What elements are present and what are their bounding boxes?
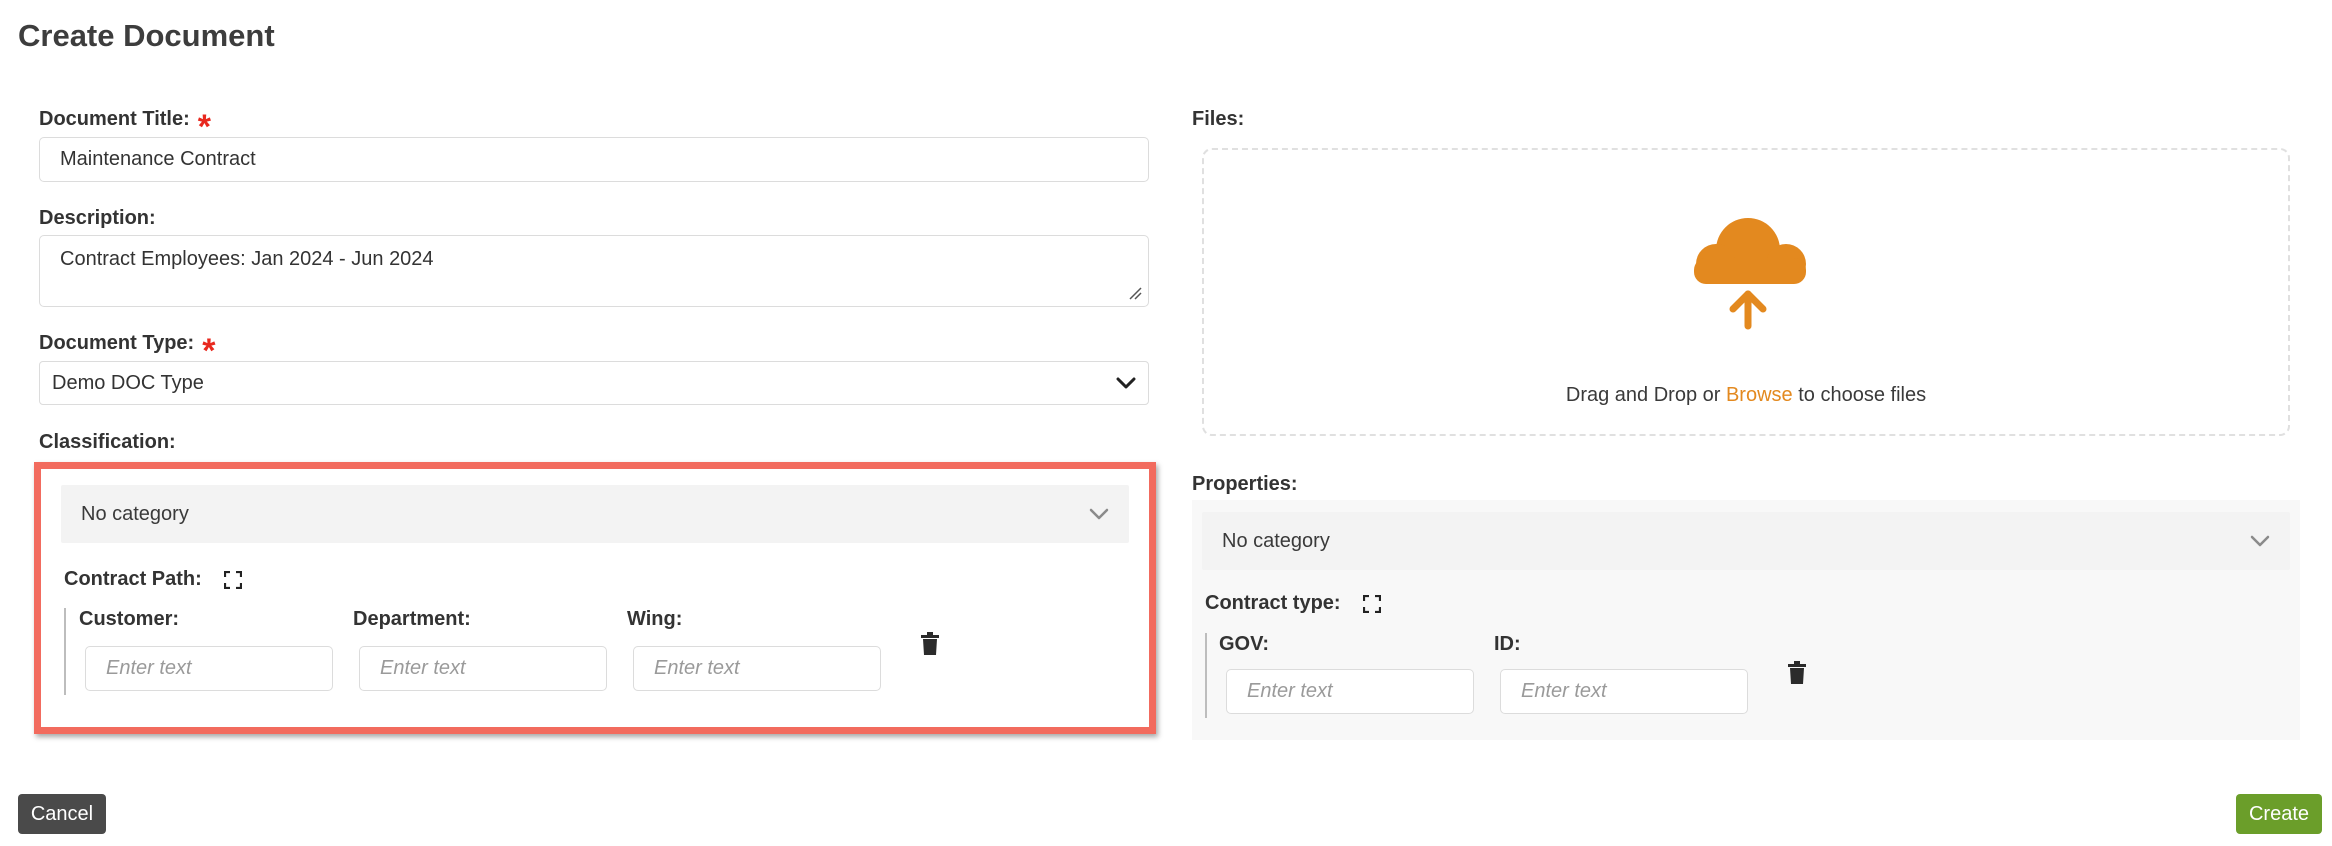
gov-input[interactable]: Enter text — [1226, 669, 1474, 714]
expand-icon[interactable] — [1362, 594, 1381, 613]
files-label: Files: — [1192, 108, 1245, 130]
contract-path-label: Contract Path: — [64, 568, 242, 591]
gov-placeholder: Enter text — [1247, 680, 1333, 702]
properties-label: Properties: — [1192, 473, 1298, 495]
document-type-value: Demo DOC Type — [52, 371, 204, 394]
browse-link[interactable]: Browse — [1726, 384, 1793, 406]
chevron-down-icon — [2250, 535, 2270, 547]
department-label: Department: — [353, 608, 471, 630]
classification-panel: No category Contract Path: Customer: Ent… — [34, 462, 1156, 734]
contract-type-label: Contract type: — [1205, 592, 1381, 615]
description-textarea[interactable]: Contract Employees: Jan 2024 - Jun 2024 — [39, 235, 1149, 307]
contract-type-label-text: Contract type: — [1205, 592, 1341, 614]
trash-icon[interactable] — [1786, 661, 1808, 685]
dropzone-text: Drag and Drop or Browse to choose files — [1204, 384, 2288, 407]
properties-category-select[interactable]: No category — [1202, 512, 2290, 570]
classification-label: Classification: — [39, 431, 176, 453]
wing-placeholder: Enter text — [654, 657, 740, 679]
department-placeholder: Enter text — [380, 657, 466, 679]
create-document-page: Create Document Document Title: * Mainte… — [0, 0, 2332, 846]
customer-placeholder: Enter text — [106, 657, 192, 679]
id-label: ID: — [1494, 633, 1521, 655]
document-type-label-text: Document Type: — [39, 332, 195, 354]
document-title-value: Maintenance Contract — [60, 148, 256, 170]
customer-input[interactable]: Enter text — [85, 646, 333, 691]
type-indent-line — [1205, 633, 1207, 718]
required-asterisk: * — [197, 107, 211, 146]
page-title: Create Document — [18, 18, 275, 53]
path-indent-line — [64, 608, 66, 695]
cloud-upload-icon — [1694, 218, 1806, 330]
create-button[interactable]: Create — [2236, 794, 2322, 834]
cancel-button[interactable]: Cancel — [18, 794, 106, 834]
properties-category-value: No category — [1222, 529, 1330, 552]
dropzone-prefix: Drag and Drop or — [1565, 384, 1726, 406]
properties-panel: No category Contract type: GOV: Enter te… — [1192, 500, 2300, 740]
resize-handle-icon[interactable] — [1128, 286, 1142, 300]
wing-label: Wing: — [627, 608, 683, 630]
description-value: Contract Employees: Jan 2024 - Jun 2024 — [60, 248, 434, 270]
id-input[interactable]: Enter text — [1500, 669, 1748, 714]
description-label: Description: — [39, 207, 156, 229]
gov-label: GOV: — [1219, 633, 1270, 655]
trash-icon[interactable] — [919, 632, 941, 656]
expand-icon[interactable] — [223, 570, 242, 589]
chevron-down-icon — [1116, 377, 1136, 389]
classification-category-select[interactable]: No category — [61, 485, 1129, 543]
wing-input[interactable]: Enter text — [633, 646, 881, 691]
contract-path-label-text: Contract Path: — [64, 568, 202, 590]
customer-label: Customer: — [79, 608, 180, 630]
classification-category-value: No category — [81, 502, 189, 525]
document-type-label: Document Type: * — [39, 332, 215, 368]
document-title-input[interactable]: Maintenance Contract — [39, 137, 1149, 182]
dropzone-suffix: to choose files — [1792, 384, 1927, 406]
document-type-select[interactable]: Demo DOC Type — [39, 361, 1149, 405]
department-input[interactable]: Enter text — [359, 646, 607, 691]
chevron-down-icon — [1089, 508, 1109, 520]
id-placeholder: Enter text — [1521, 680, 1607, 702]
document-title-label: Document Title: * — [39, 108, 211, 144]
file-dropzone[interactable]: Drag and Drop or Browse to choose files — [1202, 148, 2290, 436]
required-asterisk: * — [202, 331, 216, 370]
document-title-label-text: Document Title: — [39, 108, 190, 130]
